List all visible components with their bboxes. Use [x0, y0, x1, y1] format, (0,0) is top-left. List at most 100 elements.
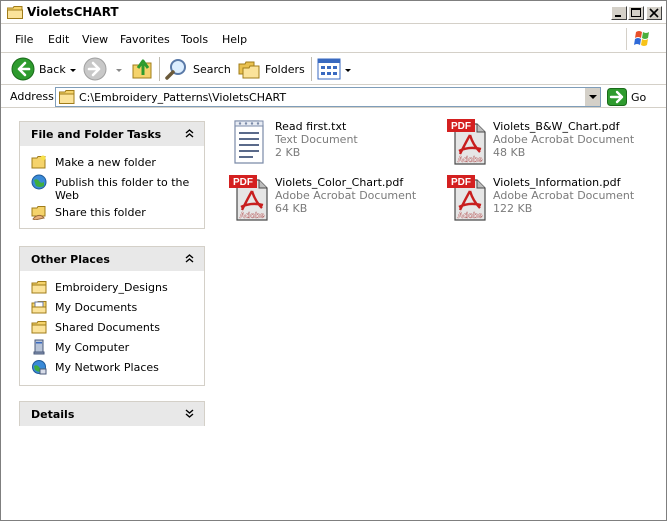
- panel-title: Other Places: [31, 253, 110, 266]
- pdf-brand-text: Adobe: [458, 211, 483, 220]
- file-type: Text Document: [275, 133, 358, 146]
- address-label: Address: [10, 90, 54, 103]
- back-button[interactable]: Back: [9, 57, 79, 82]
- my-documents-icon: [31, 301, 47, 314]
- forward-arrow-icon: [83, 57, 107, 81]
- menu-favorites[interactable]: Favorites: [120, 33, 170, 46]
- task-label: Share this folder: [55, 206, 146, 219]
- chevron-down-icon[interactable]: [70, 69, 76, 72]
- folders-label: Folders: [265, 63, 305, 76]
- pdf-brand-text: Adobe: [240, 211, 265, 220]
- file-size: 48 KB: [493, 146, 526, 159]
- close-icon: [649, 8, 659, 18]
- folder-icon: [31, 321, 47, 334]
- file-type: Adobe Acrobat Document: [493, 133, 635, 146]
- panel-header[interactable]: Details: [20, 402, 204, 426]
- menu-edit[interactable]: Edit: [48, 33, 69, 46]
- chevron-up-icon[interactable]: [184, 253, 195, 264]
- folder-icon: [7, 6, 23, 19]
- chevron-down-icon[interactable]: [345, 69, 351, 72]
- go-button[interactable]: Go: [607, 87, 662, 107]
- pdf-badge-text: PDF: [233, 177, 253, 188]
- place-label: Shared Documents: [55, 321, 160, 334]
- chevron-down-icon[interactable]: [184, 408, 195, 419]
- my-computer-icon: [33, 339, 45, 355]
- task-label: Publish this folder to the Web: [55, 176, 190, 202]
- file-size: 122 KB: [493, 202, 533, 215]
- menu-view[interactable]: View: [82, 33, 108, 46]
- details-panel: Details: [19, 401, 205, 426]
- chevron-down-icon[interactable]: [116, 69, 122, 72]
- panel-title: Details: [31, 408, 75, 421]
- back-label: Back: [39, 63, 66, 76]
- network-places-icon: [32, 360, 47, 375]
- toolbar: Back Search Folders: [1, 54, 666, 85]
- folder-icon: [59, 90, 75, 104]
- go-label: Go: [631, 91, 647, 104]
- place-label: My Documents: [55, 301, 138, 314]
- pdf-badge-text: PDF: [451, 177, 471, 188]
- search-icon: [165, 59, 186, 80]
- back-arrow-icon: [11, 57, 35, 81]
- pdf-icon: PDF Adobe: [447, 175, 486, 221]
- forward-button[interactable]: [83, 57, 125, 82]
- up-folder-icon: [132, 59, 152, 79]
- file-type: Adobe Acrobat Document: [493, 189, 635, 202]
- file-item[interactable]: PDF Adobe Violets_B&W_Chart.pdf Adobe Ac…: [447, 118, 657, 168]
- views-button[interactable]: [317, 57, 353, 82]
- file-name: Violets_Information.pdf: [493, 176, 621, 189]
- toolbar-separator: [311, 57, 312, 81]
- pdf-icon: PDF Adobe: [229, 175, 268, 221]
- file-item[interactable]: Read first.txt Text Document 2 KB: [229, 118, 439, 168]
- panel-header[interactable]: File and Folder Tasks: [20, 122, 204, 146]
- menu-file[interactable]: File: [15, 33, 33, 46]
- file-folder-tasks-panel: File and Folder Tasks Make a new folder …: [19, 121, 205, 229]
- folders-icon: [238, 61, 260, 79]
- folder-icon: [31, 281, 47, 294]
- folders-button[interactable]: Folders: [237, 57, 307, 82]
- close-button[interactable]: [646, 6, 662, 20]
- search-label: Search: [193, 63, 231, 76]
- file-name: Violets_B&W_Chart.pdf: [493, 120, 620, 133]
- publish-web-icon: [31, 174, 47, 190]
- search-button[interactable]: Search: [165, 57, 231, 82]
- address-input[interactable]: C:\Embroidery_Patterns\VioletsCHART: [55, 87, 601, 107]
- minimize-icon: [615, 15, 621, 17]
- pdf-brand-text: Adobe: [458, 155, 483, 164]
- file-item[interactable]: PDF Adobe Violets_Color_Chart.pdf Adobe …: [229, 174, 439, 224]
- pdf-badge-text: PDF: [451, 121, 471, 132]
- windows-logo-icon: [626, 28, 656, 50]
- minimize-button[interactable]: [611, 6, 627, 20]
- views-icon: [317, 58, 341, 80]
- file-name: Read first.txt: [275, 120, 347, 133]
- menu-bar: File Edit View Favorites Tools Help: [1, 25, 666, 53]
- share-folder-icon: [31, 206, 46, 220]
- up-button[interactable]: [131, 57, 155, 82]
- file-item[interactable]: PDF Adobe Violets_Information.pdf Adobe …: [447, 174, 657, 224]
- file-type: Adobe Acrobat Document: [275, 189, 417, 202]
- task-pane: File and Folder Tasks Make a new folder …: [5, 110, 215, 518]
- address-bar: Address C:\Embroidery_Patterns\VioletsCH…: [1, 86, 666, 108]
- place-label: My Network Places: [55, 361, 159, 374]
- file-size: 2 KB: [275, 146, 301, 159]
- file-name: Violets_Color_Chart.pdf: [275, 176, 404, 189]
- place-label: Embroidery_Designs: [55, 281, 168, 294]
- window-title: VioletsCHART: [27, 5, 119, 19]
- text-document-icon: [234, 120, 264, 164]
- maximize-button[interactable]: [628, 6, 644, 20]
- explorer-window: VioletsCHART File Edit View Favorites To…: [0, 0, 667, 521]
- chevron-up-icon[interactable]: [184, 128, 195, 139]
- toolbar-separator: [159, 57, 160, 81]
- maximize-icon: [631, 8, 641, 17]
- address-value: C:\Embroidery_Patterns\VioletsCHART: [79, 91, 287, 104]
- menu-help[interactable]: Help: [222, 33, 247, 46]
- menu-tools[interactable]: Tools: [181, 33, 208, 46]
- other-places-panel: Other Places Embroidery_Designs My Docum…: [19, 246, 205, 386]
- title-bar[interactable]: VioletsCHART: [1, 1, 666, 24]
- panel-title: File and Folder Tasks: [31, 128, 162, 141]
- place-label: My Computer: [55, 341, 130, 354]
- panel-header[interactable]: Other Places: [20, 247, 204, 271]
- pdf-icon: PDF Adobe: [447, 119, 486, 165]
- go-arrow-icon: [607, 88, 627, 106]
- address-dropdown-button[interactable]: [584, 88, 600, 106]
